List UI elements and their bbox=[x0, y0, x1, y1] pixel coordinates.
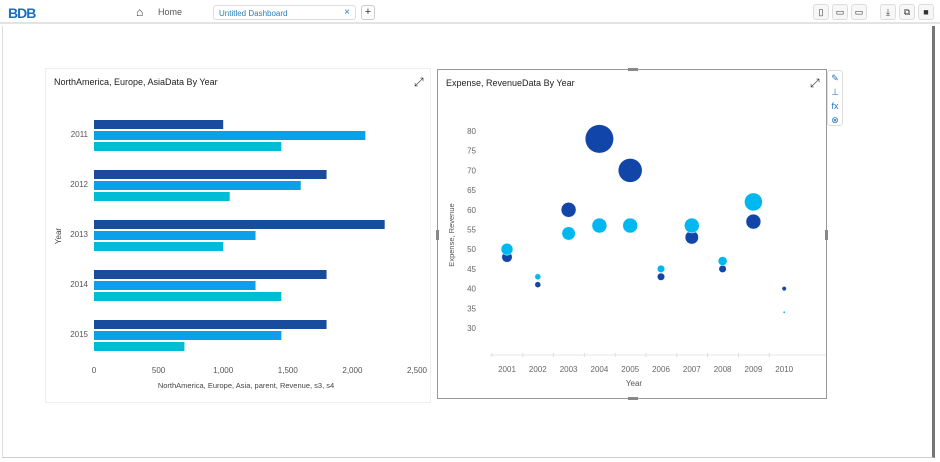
bar-chart-panel: NorthAmerica, Europe, AsiaData By Year ⤢… bbox=[45, 68, 431, 403]
bubble-chart: 30 35 40 45 50 55 60 65 70 75 80 2001 2002 2003 2004 20… bbox=[447, 124, 826, 388]
download-icon[interactable]: ⤓ bbox=[880, 4, 896, 20]
x-tick-label: 2004 bbox=[591, 365, 609, 374]
bar bbox=[94, 192, 230, 201]
bar bbox=[94, 170, 327, 179]
top-bar: BDB ⌂ Home Untitled Dashboard × + ▯ ▭ ▭ ⤓ ⧉ ■ bbox=[0, 0, 940, 24]
bar bbox=[94, 270, 327, 279]
add-tab-button[interactable]: + bbox=[361, 5, 375, 20]
y-tick-label: 50 bbox=[467, 245, 476, 254]
y-tick-label: 80 bbox=[467, 127, 476, 136]
desktop-icon[interactable]: ▭ bbox=[851, 4, 867, 20]
x-tick-label: 2,000 bbox=[342, 366, 363, 375]
save-icon[interactable]: ■ bbox=[918, 4, 934, 20]
y-tick-label: 75 bbox=[467, 147, 476, 156]
logo: BDB bbox=[8, 5, 36, 21]
x-tick-label: 2005 bbox=[621, 365, 639, 374]
x-tick-label: 2001 bbox=[498, 365, 516, 374]
x-axis-label: Year bbox=[626, 379, 643, 388]
y-tick-label: 30 bbox=[467, 324, 476, 333]
bar bbox=[94, 292, 282, 301]
tab-label: Untitled Dashboard bbox=[219, 9, 288, 18]
x-tick-label: 2010 bbox=[775, 365, 793, 374]
bar bbox=[94, 131, 366, 140]
y-tick-label: 70 bbox=[467, 166, 476, 175]
bar bbox=[94, 342, 185, 351]
x-tick-label: 2002 bbox=[529, 365, 547, 374]
bubble bbox=[745, 213, 762, 230]
bubble bbox=[534, 281, 542, 288]
bubble bbox=[782, 310, 786, 314]
y-tick-label: 2014 bbox=[70, 280, 88, 289]
home-link[interactable]: Home bbox=[158, 7, 182, 17]
tab-untitled-dashboard[interactable]: Untitled Dashboard × bbox=[213, 5, 356, 20]
bubble bbox=[744, 192, 763, 212]
tablet-icon[interactable]: ▭ bbox=[832, 4, 848, 20]
x-tick-label: 1,500 bbox=[278, 366, 299, 375]
bubble bbox=[534, 273, 542, 281]
y-tick-label: 2011 bbox=[71, 130, 89, 139]
bar bbox=[94, 320, 327, 329]
bar bbox=[94, 120, 224, 129]
x-tick-label: 2009 bbox=[745, 365, 763, 374]
y-tick-label: 65 bbox=[467, 186, 476, 195]
fx-icon[interactable]: fx bbox=[828, 99, 842, 113]
edit-icon[interactable]: ✎ bbox=[828, 71, 842, 85]
bubble bbox=[560, 202, 577, 218]
bubble bbox=[657, 272, 665, 281]
y-axis-label: Year bbox=[54, 228, 63, 245]
x-tick-label: 1,000 bbox=[213, 366, 234, 375]
bubble bbox=[561, 226, 576, 241]
bubble bbox=[500, 242, 514, 256]
y-tick-label: 60 bbox=[467, 206, 476, 215]
bubble bbox=[584, 124, 614, 154]
bubble bbox=[591, 217, 608, 234]
x-tick-label: 2006 bbox=[652, 365, 670, 374]
widget-toolbar: ✎ ⊥ fx ⊗ bbox=[827, 70, 843, 126]
y-tick-label: 40 bbox=[467, 285, 476, 294]
y-axis-label: Expense, Revenue bbox=[447, 203, 456, 266]
bar bbox=[94, 242, 224, 251]
y-tick-label: 35 bbox=[467, 304, 476, 313]
bar bbox=[94, 281, 256, 290]
axis-icon[interactable]: ⊥ bbox=[828, 85, 842, 99]
x-tick-label: 0 bbox=[92, 366, 97, 375]
y-tick-label: 2013 bbox=[70, 230, 88, 239]
bubble bbox=[684, 217, 700, 234]
y-tick-label: 2012 bbox=[70, 180, 88, 189]
y-tick-label: 45 bbox=[467, 265, 476, 274]
bubble bbox=[717, 256, 728, 266]
close-icon[interactable]: × bbox=[344, 7, 350, 18]
bubble bbox=[622, 217, 638, 234]
bubble-chart-panel[interactable]: Expense, RevenueData By Year ⤢ 30 35 40 45 5… bbox=[436, 68, 828, 400]
x-tick-label: 2007 bbox=[683, 365, 701, 374]
home-icon[interactable]: ⌂ bbox=[136, 5, 143, 19]
bar bbox=[94, 231, 256, 240]
x-tick-label: 500 bbox=[152, 366, 166, 375]
bar bbox=[94, 142, 282, 151]
bar bbox=[94, 220, 385, 229]
mobile-icon[interactable]: ▯ bbox=[813, 4, 829, 20]
x-tick-label: 2008 bbox=[714, 365, 732, 374]
copy-icon[interactable]: ⧉ bbox=[899, 4, 915, 20]
bubble bbox=[781, 286, 787, 292]
x-axis-label: NorthAmerica, Europe, Asia, parent, Reve… bbox=[158, 381, 334, 390]
x-tick-label: 2,500 bbox=[407, 366, 428, 375]
close-circle-icon[interactable]: ⊗ bbox=[828, 113, 842, 127]
y-tick-label: 2015 bbox=[70, 330, 88, 339]
bar bbox=[94, 331, 282, 340]
x-tick-label: 2003 bbox=[560, 365, 578, 374]
bubble bbox=[657, 264, 665, 273]
bar-chart: 2011 2012 2013 2014 2015 0 500 1,000 1,500 2,000 2… bbox=[54, 120, 428, 390]
bubble bbox=[617, 158, 643, 183]
bubble bbox=[718, 264, 727, 273]
bar bbox=[94, 181, 301, 190]
y-tick-label: 55 bbox=[467, 226, 476, 235]
